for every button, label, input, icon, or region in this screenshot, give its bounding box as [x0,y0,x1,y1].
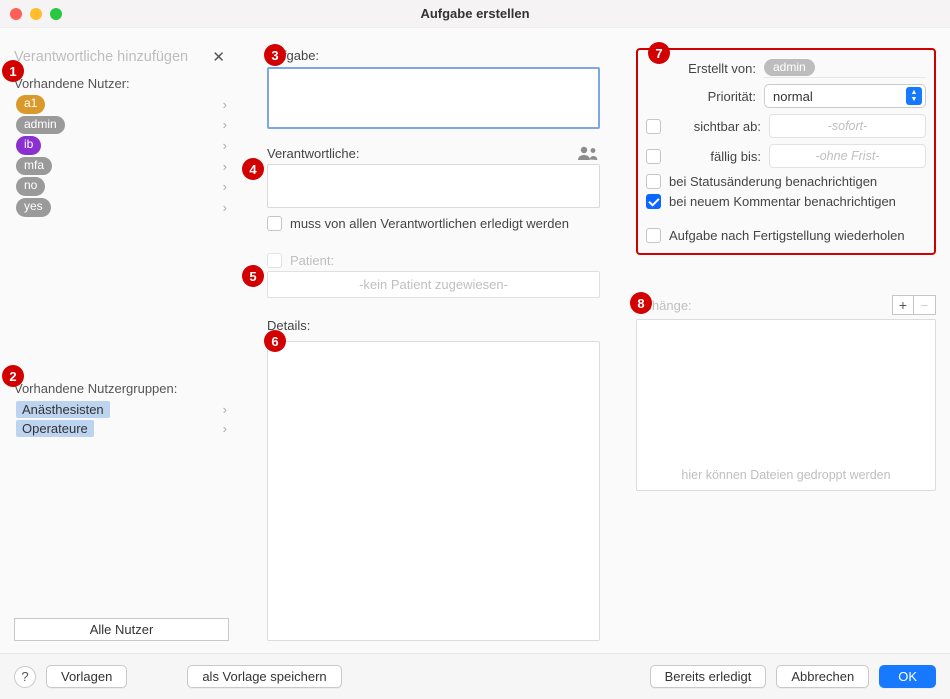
group-row[interactable]: Operateure › [14,419,229,438]
select-arrows-icon: ▲▼ [906,87,922,105]
annotation-marker-7: 7 [648,42,670,64]
user-row[interactable]: admin › [14,116,229,135]
due-input[interactable]: -ohne Frist- [769,144,926,168]
patient-label: Patient: [290,253,334,268]
group-row[interactable]: Anästhesisten › [14,400,229,419]
notify-comment-checkbox[interactable] [646,194,661,209]
priority-label: Priorität: [646,89,756,104]
annotation-marker-8: 8 [630,292,652,314]
user-row[interactable]: mfa › [14,157,229,176]
visible-from-label: sichtbar ab: [669,119,761,134]
group-name: Anästhesisten [16,401,110,418]
due-checkbox[interactable] [646,149,661,164]
priority-select[interactable]: normal ▲▼ [764,84,926,108]
ok-button[interactable]: OK [879,665,936,688]
annotation-marker-3: 3 [264,44,286,66]
annotation-marker-6: 6 [264,330,286,352]
already-done-button[interactable]: Bereits erledigt [650,665,767,688]
user-row[interactable]: a1 › [14,95,229,114]
details-input[interactable] [267,341,600,641]
responsible-label: Verantwortliche: [267,146,360,161]
attachment-dropzone[interactable]: hier können Dateien gedroppt werden [636,319,936,491]
task-input[interactable] [267,67,600,129]
chevron-right-icon: › [223,97,227,112]
annotation-marker-4: 4 [242,158,264,180]
chevron-right-icon: › [223,138,227,153]
annotation-marker-1: 1 [2,60,24,82]
chevron-right-icon: › [223,117,227,132]
visible-from-checkbox[interactable] [646,119,661,134]
responsible-add-label: Verantwortliche hinzufügen [14,49,188,65]
annotation-marker-5: 5 [242,265,264,287]
center-panel: Aufgabe: Verantwortliche: muss von allen… [249,48,616,641]
all-responsible-label: muss von allen Verantwortlichen erledigt… [290,216,569,231]
existing-groups-label: Vorhandene Nutzergruppen: [14,381,229,396]
existing-users-label: Vorhandene Nutzer: [14,76,229,91]
patient-checkbox[interactable] [267,253,282,268]
dialog-footer: ? Vorlagen als Vorlage speichern Bereits… [0,653,950,699]
attachment-buttons: + − [892,295,936,315]
meta-box: Erstellt von: admin Priorität: normal ▲▼… [636,48,936,255]
notify-comment-label: bei neuem Kommentar benachrichtigen [669,194,896,209]
add-attachment-button[interactable]: + [892,295,914,315]
drop-hint: hier können Dateien gedroppt werden [681,468,890,482]
cancel-button[interactable]: Abbrechen [776,665,869,688]
people-icon[interactable] [578,145,600,161]
chevron-right-icon: › [223,421,227,436]
user-pill: a1 [16,95,45,114]
repeat-label: Aufgabe nach Fertigstellung wiederholen [669,228,905,243]
all-users-button[interactable]: Alle Nutzer [14,618,229,641]
user-pill: ib [16,136,41,155]
user-pill: yes [16,198,51,217]
right-panel: Erstellt von: admin Priorität: normal ▲▼… [636,48,936,641]
responsible-add-header: Verantwortliche hinzufügen ✕ [14,48,229,66]
annotation-marker-2: 2 [2,365,24,387]
chevron-right-icon: › [223,179,227,194]
save-template-button[interactable]: als Vorlage speichern [187,665,341,688]
user-pill: no [16,177,45,196]
user-pill: mfa [16,157,52,176]
all-responsible-checkbox[interactable] [267,216,282,231]
user-row[interactable]: no › [14,177,229,196]
left-panel: Verantwortliche hinzufügen ✕ Vorhandene … [14,48,229,641]
repeat-checkbox[interactable] [646,228,661,243]
templates-button[interactable]: Vorlagen [46,665,127,688]
notify-status-label: bei Statusänderung benachrichtigen [669,174,877,189]
user-list: a1 › admin › ib › mfa › no › yes › [14,95,229,217]
responsible-box[interactable] [267,164,600,208]
user-row[interactable]: ib › [14,136,229,155]
remove-attachment-button[interactable]: − [914,295,936,315]
notify-status-checkbox[interactable] [646,174,661,189]
details-label: Details: [267,318,600,333]
user-pill: admin [16,116,65,135]
created-by-value: admin [764,59,815,76]
chevron-right-icon: › [223,200,227,215]
group-name: Operateure [16,420,94,437]
user-row[interactable]: yes › [14,198,229,217]
dialog-content: Verantwortliche hinzufügen ✕ Vorhandene … [0,28,950,653]
task-label: Aufgabe: [267,48,600,63]
due-label: fällig bis: [669,149,761,164]
chevron-right-icon: › [223,159,227,174]
priority-value: normal [773,89,813,104]
create-task-window: Aufgabe erstellen 1 2 3 4 5 6 7 8 Verant… [0,0,950,699]
titlebar: Aufgabe erstellen [0,0,950,28]
close-icon[interactable]: ✕ [208,48,229,66]
chevron-right-icon: › [223,402,227,417]
help-button[interactable]: ? [14,666,36,688]
patient-field[interactable]: -kein Patient zugewiesen- [267,271,600,298]
visible-from-input[interactable]: -sofort- [769,114,926,138]
window-title: Aufgabe erstellen [0,6,950,21]
